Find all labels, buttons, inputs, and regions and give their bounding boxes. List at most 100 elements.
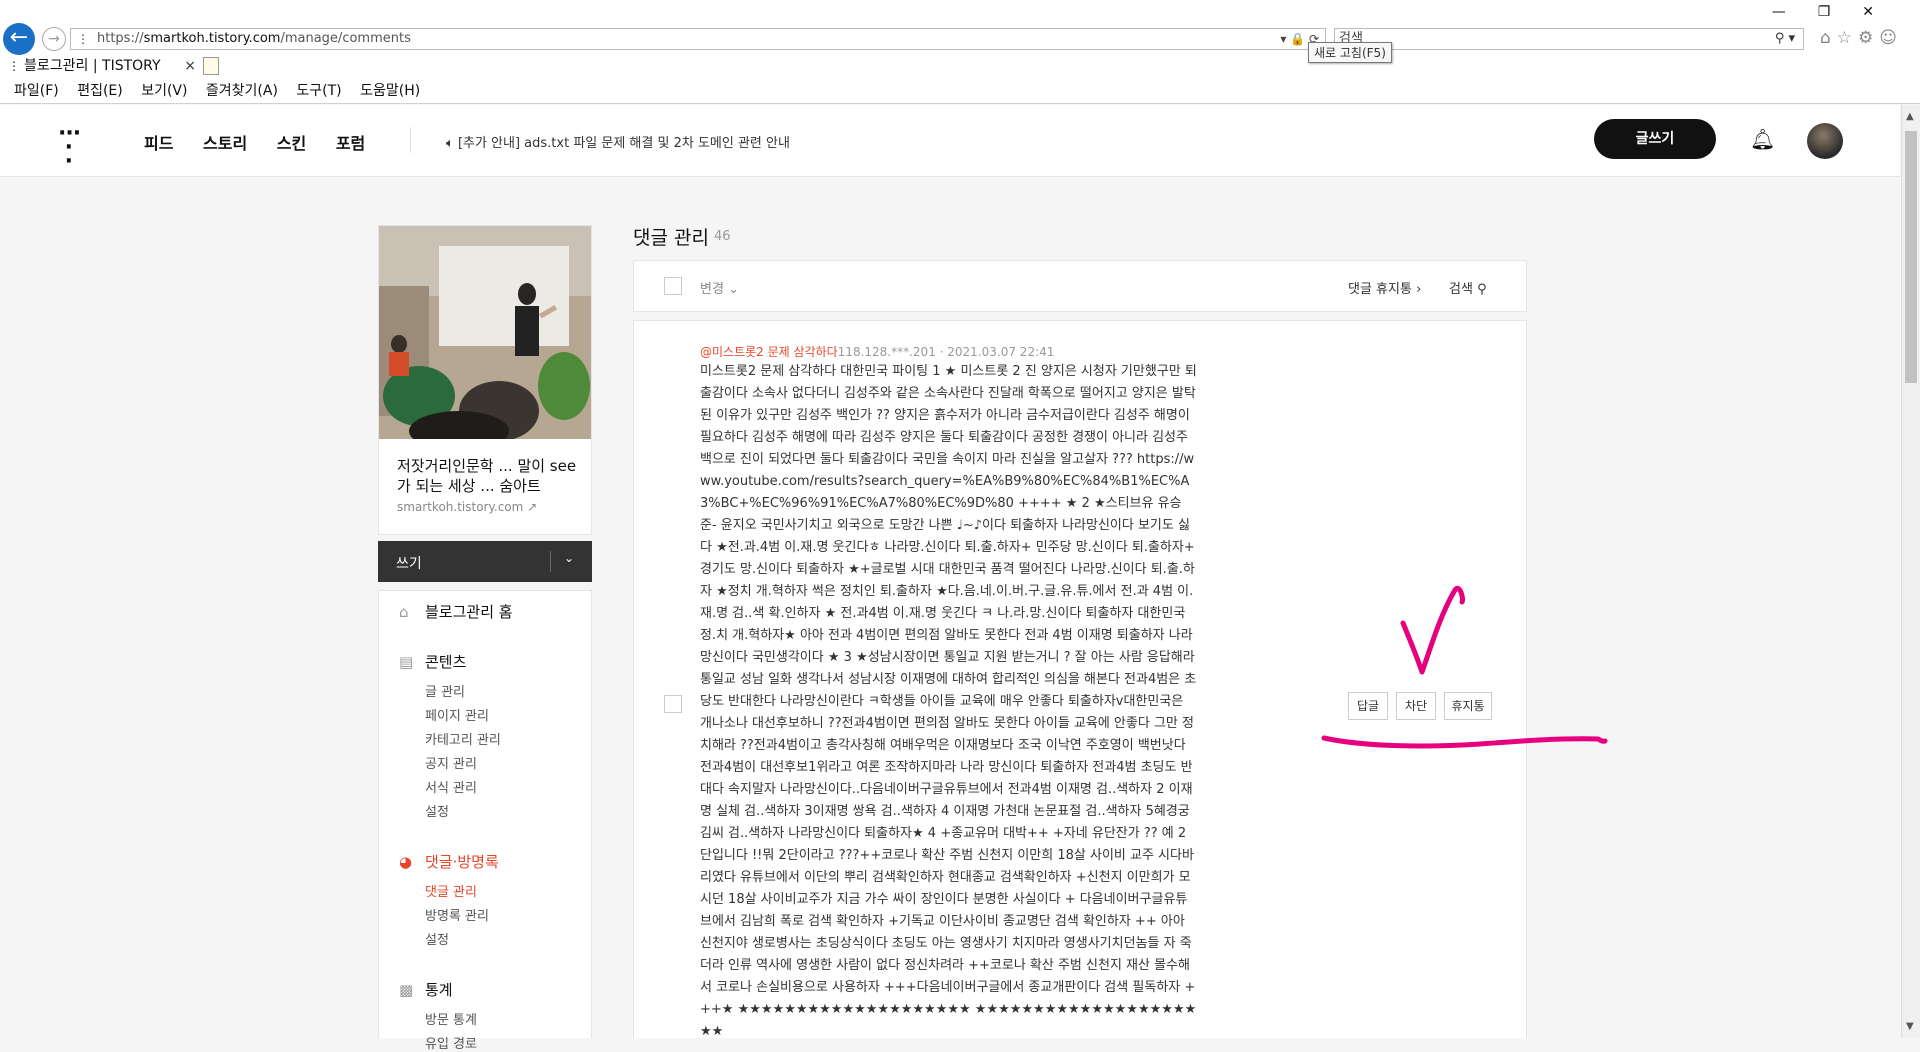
sidebar-item-comments-settings[interactable]: 설정 xyxy=(425,929,449,948)
tab-favicon-icon: ⋮ xyxy=(8,59,20,73)
search-toggle[interactable]: 검색 ⚲ xyxy=(1449,278,1487,297)
tistory-header: ··· · · 피드 스토리 스킨 포럼 🔈︎ [추가 안내] ads.txt … xyxy=(0,105,1900,177)
scroll-up-icon[interactable]: ▲ xyxy=(1906,111,1914,122)
nav-feed[interactable]: 피드 xyxy=(144,134,173,153)
blog-url[interactable]: smartkoh.tistory.com ↗ xyxy=(397,500,537,514)
comment-ip: 118.128.***.201 xyxy=(837,345,936,359)
menu-bar: 파일(F) 편집(E) 보기(V) 즐겨찾기(A) 도구(T) 도움말(H) xyxy=(0,80,1920,102)
comment-meta: @미스트롯2 문제 삼각하다118.128.***.201 · 2021.03.… xyxy=(700,345,1055,359)
search-icon[interactable]: ⚲ ▾ xyxy=(1775,29,1795,49)
notice-text: [추가 안내] ads.txt 파일 문제 해결 및 2차 도메인 관련 안내 xyxy=(457,136,790,151)
home-icon: ⌂ xyxy=(399,603,409,621)
scrollbar-thumb[interactable] xyxy=(1905,131,1917,383)
back-button[interactable]: ← xyxy=(3,23,35,55)
nav-forum[interactable]: 포럼 xyxy=(336,134,365,153)
nav-story[interactable]: 스토리 xyxy=(203,134,247,153)
change-dropdown[interactable]: 변경 ⌄ xyxy=(700,278,739,297)
bar-chart-icon: ▩ xyxy=(399,981,414,999)
sidebar-item-contents-settings[interactable]: 설정 xyxy=(425,801,449,820)
avatar[interactable] xyxy=(1807,123,1843,159)
blog-cover-image[interactable] xyxy=(379,226,591,439)
sidebar-item-posts[interactable]: 글 관리 xyxy=(425,681,465,700)
toolbar-icons[interactable]: ⌂☆⚙☺ xyxy=(1820,28,1903,48)
menu-view[interactable]: 보기(V) xyxy=(141,83,187,99)
menu-tools[interactable]: 도구(T) xyxy=(296,83,341,99)
trash-button[interactable]: 휴지통 xyxy=(1444,692,1492,720)
scroll-down-icon[interactable]: ▼ xyxy=(1906,1021,1914,1032)
write-post-button[interactable]: 글쓰기 xyxy=(1594,119,1716,159)
comment-item: @미스트롯2 문제 삼각하다118.128.***.201 · 2021.03.… xyxy=(633,320,1527,1038)
sidebar-write-bar[interactable]: 쓰기 ⌄ xyxy=(378,541,592,582)
speech-bubble-icon: ◕ xyxy=(399,853,413,871)
sidebar-item-home[interactable]: ⌂ 블로그관리 홈 xyxy=(399,601,513,622)
comments-title: 댓글·방명록 xyxy=(425,853,499,871)
comment-text: 미스트롯2 문제 삼각하다 대한민국 파이팅 1 ★ 미스트롯 2 진 양지은 … xyxy=(700,364,1197,1038)
bell-icon[interactable]: 🔔︎ xyxy=(1750,127,1775,151)
browser-chrome: ← → ⋮ https://smartkoh.tistory.com/manag… xyxy=(0,0,1920,104)
browser-tab[interactable]: ⋮ 블로그관리 | TISTORY × xyxy=(4,56,200,76)
menu-edit[interactable]: 편집(E) xyxy=(77,83,123,99)
search-icon: ⚲ xyxy=(1477,282,1487,297)
trash-label: 댓글 휴지통 xyxy=(1348,282,1412,297)
refresh-tooltip: 새로 고침(F5) xyxy=(1308,42,1392,63)
select-all-checkbox[interactable] xyxy=(664,277,682,295)
sidebar-item-templates[interactable]: 서식 관리 xyxy=(425,777,477,796)
url-host: smartkoh.tistory.com xyxy=(143,31,281,46)
notice-link[interactable]: 🔈︎ [추가 안내] ads.txt 파일 문제 해결 및 2차 도메인 관련 … xyxy=(446,132,790,151)
menu-favorites[interactable]: 즐겨찾기(A) xyxy=(206,83,278,99)
comment-date: 2021.03.07 22:41 xyxy=(947,345,1055,359)
speaker-icon: 🔈︎ xyxy=(446,136,458,151)
stats-title: 통계 xyxy=(425,981,453,999)
comment-count: 46 xyxy=(714,229,731,244)
page-title: 댓글 관리 xyxy=(633,227,709,249)
sidebar-section-comments[interactable]: ◕ 댓글·방명록 xyxy=(399,851,499,872)
chevron-right-icon: › xyxy=(1416,282,1422,297)
sidebar-home-label: 블로그관리 홈 xyxy=(425,603,513,621)
change-label: 변경 xyxy=(700,282,724,297)
nav-skin[interactable]: 스킨 xyxy=(277,134,306,153)
search-label: 검색 xyxy=(1449,282,1473,297)
comment-trash-link[interactable]: 댓글 휴지통 › xyxy=(1348,278,1421,297)
reply-button[interactable]: 답글 xyxy=(1348,692,1388,720)
blog-title[interactable]: 저잣거리인문학 ... 말이 see가 되는 세상 ... 숨아트 xyxy=(397,456,577,496)
contents-title: 콘텐츠 xyxy=(425,653,467,671)
main-nav: 피드 스토리 스킨 포럼 xyxy=(144,130,389,154)
url-path: /manage/comments xyxy=(280,31,411,46)
site-favicon-icon: ⋮ xyxy=(77,32,89,46)
sidebar-item-guestbook[interactable]: 방명록 관리 xyxy=(425,905,489,924)
chevron-down-icon: ⌄ xyxy=(728,282,739,297)
forward-button[interactable]: → xyxy=(42,27,66,51)
sidebar-item-visit-stats[interactable]: 방문 통계 xyxy=(425,1009,477,1028)
sidebar-item-comments[interactable]: 댓글 관리 xyxy=(425,881,477,900)
blog-card: 저잣거리인문학 ... 말이 see가 되는 세상 ... 숨아트 smartk… xyxy=(378,225,592,535)
page-scrollbar[interactable]: ▲ ▼ xyxy=(1901,105,1920,1038)
header-divider xyxy=(410,127,411,153)
block-button[interactable]: 차단 xyxy=(1396,692,1436,720)
chevron-down-icon[interactable]: ⌄ xyxy=(564,551,574,565)
comment-checkbox[interactable] xyxy=(664,695,682,713)
tab-close-icon[interactable]: × xyxy=(184,56,196,76)
sidebar-section-contents[interactable]: ▤ 콘텐츠 xyxy=(399,651,466,672)
address-bar[interactable]: ⋮ https://smartkoh.tistory.com/manage/co… xyxy=(70,28,1326,50)
sidebar-section-stats[interactable]: ▩ 통계 xyxy=(399,979,453,1000)
tistory-logo-icon[interactable]: ··· · · xyxy=(58,123,81,173)
comment-toolbar: 변경 ⌄ 댓글 휴지통 › 검색 ⚲ xyxy=(633,260,1527,312)
tab-title: 블로그관리 | TISTORY xyxy=(24,58,161,74)
new-tab-button[interactable] xyxy=(203,57,219,75)
window-controls[interactable]: —❐✕ xyxy=(1772,4,1906,20)
comment-author[interactable]: @미스트롯2 문제 삼각하다 xyxy=(700,345,838,359)
sidebar-write-label[interactable]: 쓰기 xyxy=(396,553,422,573)
browser-search-input[interactable]: 검색 ⚲ ▾ xyxy=(1334,28,1804,50)
menu-help[interactable]: 도움말(H) xyxy=(360,83,420,99)
external-link-icon: ↗ xyxy=(527,500,538,514)
write-bar-divider xyxy=(550,551,551,572)
url-prefix: https:// xyxy=(97,31,144,46)
sidebar-item-referrer[interactable]: 유입 경로 xyxy=(425,1033,477,1052)
sidebar-item-notices[interactable]: 공지 관리 xyxy=(425,753,477,772)
blog-url-text: smartkoh.tistory.com xyxy=(397,500,524,514)
menu-file[interactable]: 파일(F) xyxy=(14,83,59,99)
sidebar-item-pages[interactable]: 페이지 관리 xyxy=(425,705,489,724)
document-icon: ▤ xyxy=(399,653,414,671)
sidebar-item-categories[interactable]: 카테고리 관리 xyxy=(425,729,501,748)
sidebar-menu: ⌂ 블로그관리 홈 ▤ 콘텐츠 글 관리 페이지 관리 카테고리 관리 공지 관리 … xyxy=(378,590,592,1052)
